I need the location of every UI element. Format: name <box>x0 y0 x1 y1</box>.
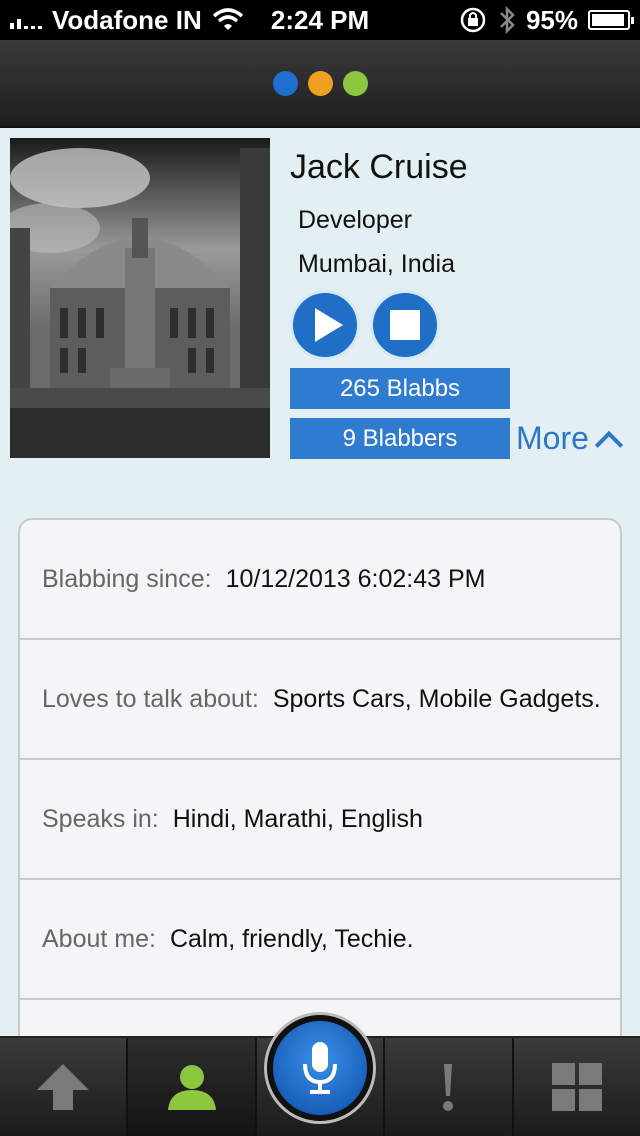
grid-icon <box>551 1063 602 1111</box>
info-value: Sports Cars, Mobile Gadgets. <box>272 684 601 713</box>
info-label: Speaks in: <box>42 804 159 833</box>
stop-button[interactable] <box>370 290 440 360</box>
status-right: 95% <box>458 4 634 36</box>
profile-name: Jack Cruise <box>290 148 468 186</box>
record-button[interactable] <box>264 1012 376 1124</box>
battery-label: 95% <box>525 4 578 35</box>
header-dot-blue <box>272 70 298 96</box>
exclamation-icon <box>443 1064 454 1111</box>
more-link[interactable]: More <box>516 420 624 459</box>
info-value: Hindi, Marathi, English <box>172 804 423 833</box>
info-value: 10/12/2013 6:02:43 PM <box>225 564 486 593</box>
record-button-inner <box>273 1021 367 1115</box>
profile-photo <box>10 138 270 458</box>
stop-icon <box>390 310 420 340</box>
header-dot-orange <box>307 70 333 96</box>
battery-icon <box>588 10 634 30</box>
bluetooth-icon <box>500 5 515 35</box>
play-button[interactable] <box>290 290 360 360</box>
app-header <box>0 40 640 128</box>
signal-icon <box>10 11 42 29</box>
play-icon <box>315 308 343 342</box>
status-left: Vodafone IN <box>10 5 244 36</box>
blabbers-button[interactable]: 9 Blabbers <box>290 418 510 459</box>
carrier-label: Vodafone IN <box>52 4 202 35</box>
info-row-blabbing-since: Blabbing since: 10/12/2013 6:02:43 PM <box>20 520 620 640</box>
header-dot-green <box>342 70 368 96</box>
microphone-icon <box>303 1042 337 1094</box>
more-label: More <box>516 420 589 456</box>
wifi-icon <box>212 8 243 30</box>
info-value: Calm, friendly, Techie. <box>169 924 414 953</box>
chevron-up-icon <box>594 430 624 459</box>
info-label: Loves to talk about: <box>42 684 259 713</box>
tab-home[interactable] <box>0 1038 129 1136</box>
status-bar: Vodafone IN 2:24 PM 95% <box>0 0 640 40</box>
tab-alerts[interactable] <box>385 1038 514 1136</box>
tab-profile[interactable] <box>128 1038 257 1136</box>
profile-info-card: Blabbing since: 10/12/2013 6:02:43 PM Lo… <box>18 518 622 1078</box>
info-row-speaks-in: Speaks in: Hindi, Marathi, English <box>20 760 620 880</box>
blabbs-button[interactable]: 265 Blabbs <box>290 368 510 409</box>
profile-role: Developer <box>298 206 412 234</box>
tab-menu[interactable] <box>514 1038 640 1136</box>
info-row-about-me: About me: Calm, friendly, Techie. <box>20 880 620 1000</box>
profile-location: Mumbai, India <box>298 250 456 278</box>
user-icon <box>167 1065 216 1110</box>
info-label: Blabbing since: <box>42 564 212 593</box>
info-label: About me: <box>42 924 156 953</box>
info-row-loves-to-talk: Loves to talk about: Sports Cars, Mobile… <box>20 640 620 760</box>
arrow-up-icon <box>37 1064 90 1110</box>
rotation-lock-icon <box>460 7 486 33</box>
